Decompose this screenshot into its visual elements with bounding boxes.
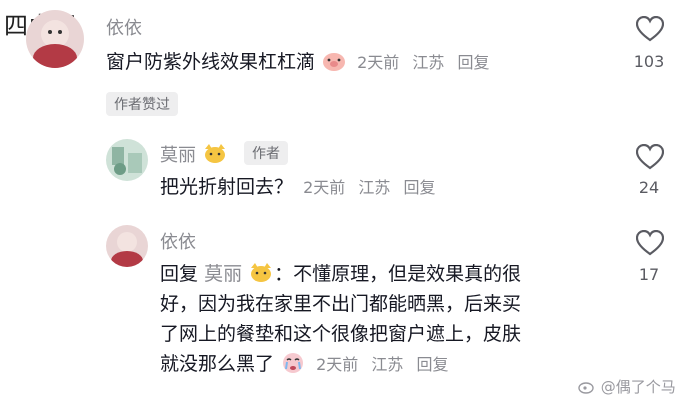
weibo-logo-icon [578, 382, 594, 394]
watermark-bottom-text: @偶了个马 [600, 378, 676, 396]
heart-icon [635, 229, 665, 256]
comment-time: 2天前 [303, 178, 346, 197]
cat-emoji-icon [204, 144, 225, 163]
shy-pig-emoji-icon [323, 53, 346, 71]
comment-line: 回复 莫丽 ：不懂原理，但是效果真的很 [160, 259, 600, 289]
like-count: 103 [633, 52, 665, 71]
like-button[interactable] [635, 229, 665, 260]
comment-text-line: ：不懂原理，但是效果真的很 [274, 263, 522, 285]
watermark-bottom: @偶了个马 [578, 376, 676, 397]
comment-author[interactable]: 依依 [106, 14, 142, 40]
comment-text-line: 就没那么黑了 [160, 353, 275, 375]
comment-text: 把光折射回去？ 2天前 江苏 回复 [160, 172, 443, 203]
comment-line: 就没那么黑了 2天前 江苏 回复 [160, 349, 600, 380]
comment-author[interactable]: 依依 [160, 228, 196, 254]
heart-icon [635, 143, 665, 170]
comment-text-line: 好，因为我在家里不出门都能晒黑，后来买 [160, 293, 522, 315]
reply-button[interactable]: 回复 [417, 355, 449, 374]
comment-time: 2天前 [316, 355, 359, 374]
cat-emoji-icon [251, 263, 272, 282]
comment-location: 江苏 [371, 355, 404, 374]
like-count: 17 [638, 265, 660, 284]
author-liked-badge: 作者赞过 [106, 92, 178, 116]
comment-location: 江苏 [412, 53, 445, 72]
avatar-yiyi[interactable] [106, 225, 148, 267]
author-name: 莫丽 [160, 145, 196, 166]
comment-time: 2天前 [357, 53, 400, 72]
comment-location: 江苏 [358, 178, 391, 197]
comment-author[interactable]: 莫丽 [160, 141, 228, 167]
reply-to-user[interactable]: 莫丽 [204, 263, 242, 285]
reply-prefix: 回复 [160, 263, 199, 285]
comment-text: 回复 莫丽 ：不懂原理，但是效果真的很 好，因为我在家里不出门都能晒黑，后来买 … [160, 259, 600, 380]
reply-button[interactable]: 回复 [458, 53, 490, 72]
comment-text-content: 窗户防紫外线效果杠杠滴 [106, 51, 316, 73]
like-button[interactable] [635, 15, 665, 46]
like-button[interactable] [635, 143, 665, 174]
like-count: 24 [638, 178, 660, 197]
avatar-moli[interactable] [106, 139, 148, 181]
comment-text-line: 了网上的餐垫和这个很像把窗户遮上，皮肤 [160, 323, 522, 345]
author-badge: 作者 [244, 141, 288, 165]
comment-text-content: 把光折射回去？ [160, 176, 294, 198]
reply-button[interactable]: 回复 [403, 178, 435, 197]
comment-text: 窗户防紫外线效果杠杠滴 2天前 江苏 回复 [106, 47, 498, 78]
avatar-yiyi[interactable] [26, 10, 84, 68]
crying-emoji-icon [283, 353, 304, 373]
heart-icon [635, 15, 665, 42]
